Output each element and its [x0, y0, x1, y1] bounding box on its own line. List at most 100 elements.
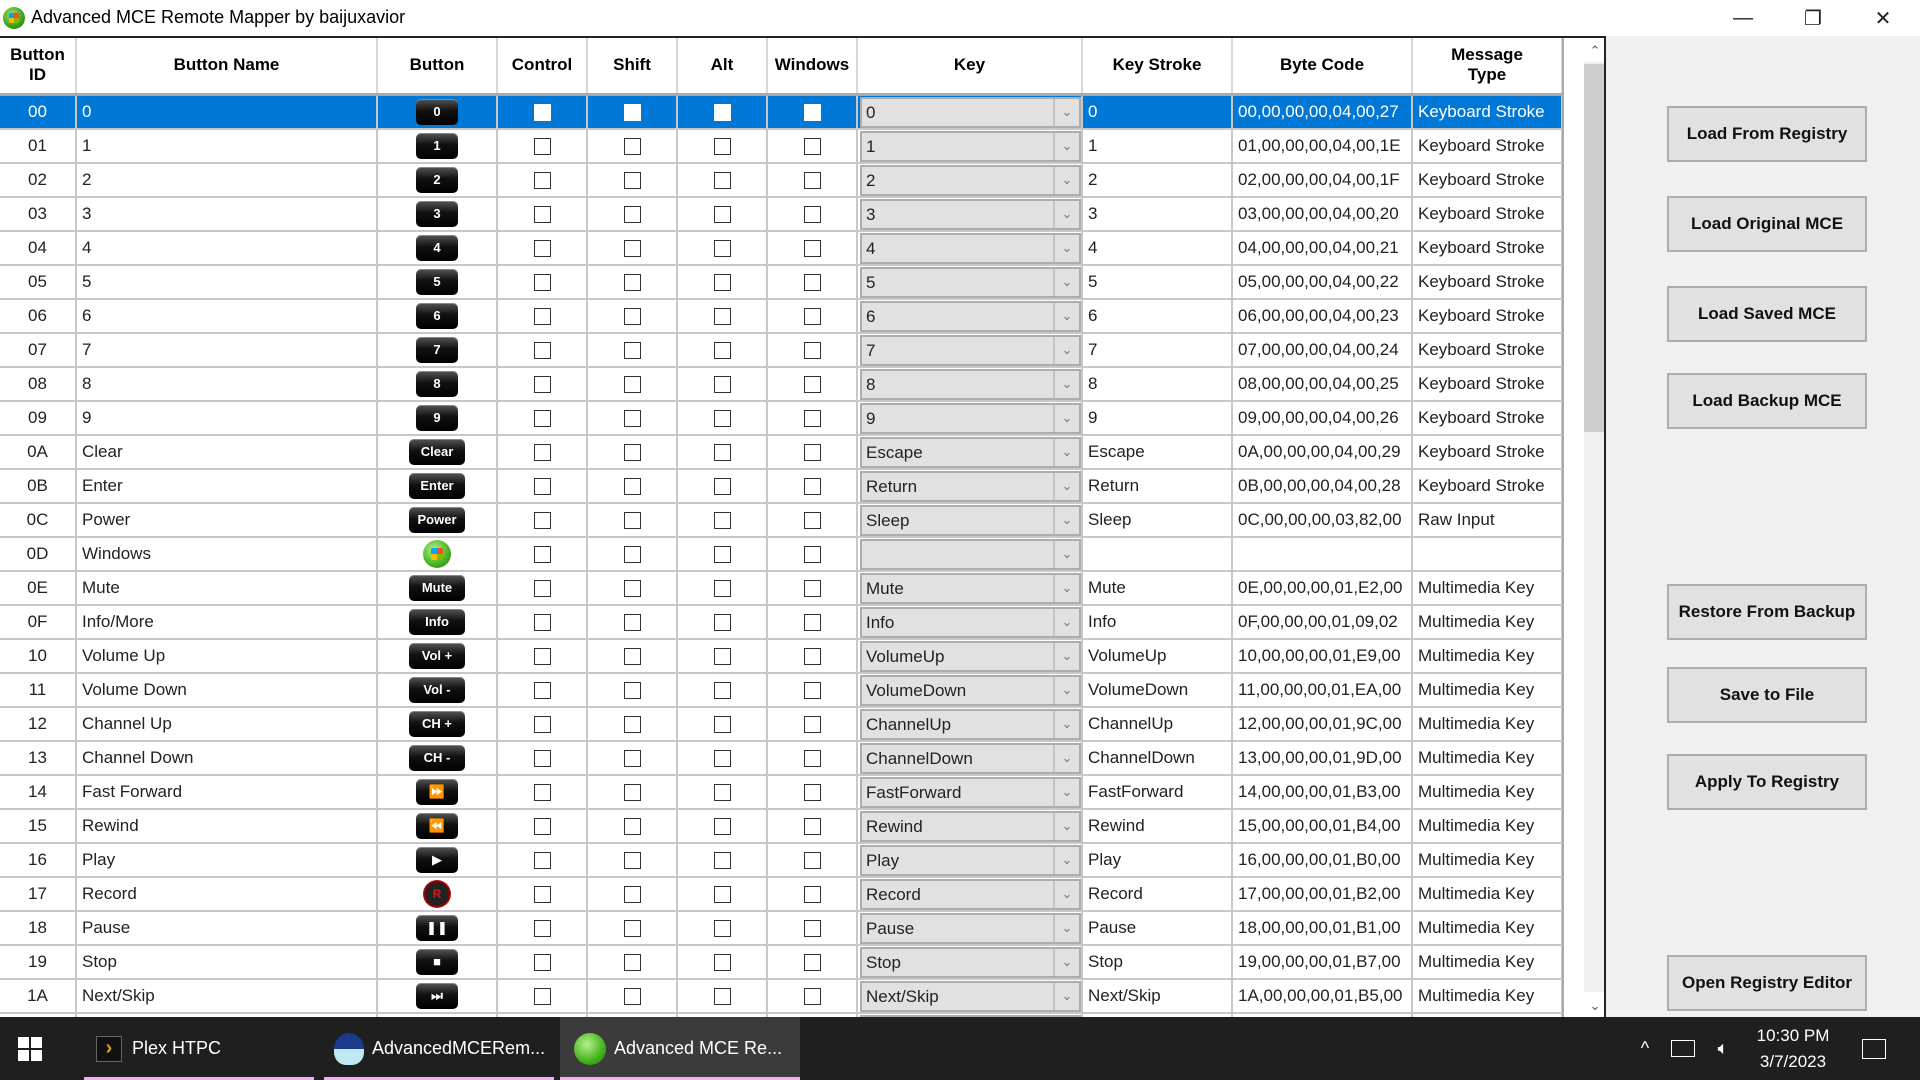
key-dropdown[interactable]: ⌄: [860, 538, 1080, 569]
shift-checkbox[interactable]: [623, 171, 641, 189]
table-row[interactable]: 16 Play ▶ Play ⌄ Play 16,00,00,00,01,B0,00 Mult…: [0, 842, 1563, 878]
control-checkbox[interactable]: [533, 681, 551, 699]
chevron-down-icon[interactable]: ⌄: [1053, 166, 1079, 194]
chevron-down-icon[interactable]: ⌄: [1053, 846, 1079, 874]
button-name-cell[interactable]: Info/More: [76, 604, 378, 640]
button-name-cell[interactable]: Record: [76, 876, 378, 912]
control-checkbox[interactable]: [533, 749, 551, 767]
table-row[interactable]: 05 5 5 5 ⌄ 5 05,00,00,00,04,00,22 Keyboard Stro…: [0, 264, 1563, 300]
alt-checkbox[interactable]: [713, 171, 731, 189]
table-row[interactable]: 0F Info/More Info Info ⌄ Info 0F,00,00,00,01,0…: [0, 604, 1563, 640]
chevron-down-icon[interactable]: ⌄: [1053, 948, 1079, 976]
windows-checkbox[interactable]: [803, 477, 821, 495]
table-row[interactable]: 11 Volume Down Vol - VolumeDown ⌄ VolumeDown 1…: [0, 672, 1563, 708]
key-dropdown[interactable]: VolumeDown ⌄: [860, 674, 1080, 705]
col-header-control[interactable]: Control: [497, 38, 588, 96]
chevron-down-icon[interactable]: ⌄: [1053, 812, 1079, 840]
table-row[interactable]: 03 3 3 3 ⌄ 3 03,00,00,00,04,00,20 Keyboard Stro…: [0, 196, 1563, 232]
close-button[interactable]: ✕: [1848, 0, 1918, 36]
control-checkbox[interactable]: [533, 205, 551, 223]
control-checkbox[interactable]: [533, 137, 551, 155]
windows-checkbox[interactable]: [803, 953, 821, 971]
key-dropdown[interactable]: Stop ⌄: [860, 946, 1080, 977]
alt-checkbox[interactable]: [713, 647, 731, 665]
alt-checkbox[interactable]: [713, 307, 731, 325]
control-checkbox[interactable]: [533, 613, 551, 631]
chevron-down-icon[interactable]: ⌄: [1053, 472, 1079, 500]
windows-checkbox[interactable]: [803, 137, 821, 155]
key-dropdown[interactable]: ChannelDown ⌄: [860, 742, 1080, 773]
windows-checkbox[interactable]: [803, 613, 821, 631]
shift-checkbox[interactable]: [623, 205, 641, 223]
windows-checkbox[interactable]: [803, 375, 821, 393]
taskbar-item-advancedmceremapper-folder[interactable]: AdvancedMCERem...: [324, 1017, 554, 1080]
shift-checkbox[interactable]: [623, 919, 641, 937]
control-checkbox[interactable]: [533, 341, 551, 359]
button-name-cell[interactable]: 5: [76, 264, 378, 300]
restore-from-backup-button[interactable]: Restore From Backup: [1667, 584, 1867, 640]
alt-checkbox[interactable]: [713, 715, 731, 733]
chevron-down-icon[interactable]: ⌄: [1053, 302, 1079, 330]
alt-checkbox[interactable]: [713, 103, 731, 121]
windows-checkbox[interactable]: [803, 783, 821, 801]
windows-checkbox[interactable]: [803, 239, 821, 257]
table-row[interactable]: 10 Volume Up Vol + VolumeUp ⌄ VolumeUp 10,00,0…: [0, 638, 1563, 674]
network-button[interactable]: [1666, 1017, 1700, 1080]
save-to-file-button[interactable]: Save to File: [1667, 667, 1867, 723]
chevron-down-icon[interactable]: ⌄: [1053, 914, 1079, 942]
chevron-down-icon[interactable]: ⌄: [1053, 574, 1079, 602]
control-checkbox[interactable]: [533, 851, 551, 869]
shift-checkbox[interactable]: [623, 341, 641, 359]
control-checkbox[interactable]: [533, 545, 551, 563]
windows-checkbox[interactable]: [803, 409, 821, 427]
shift-checkbox[interactable]: [623, 783, 641, 801]
table-row[interactable]: 00 0 0 0 ⌄ 0 00,00,00,00,04,00,27 Keyboard Stro…: [0, 94, 1563, 130]
alt-checkbox[interactable]: [713, 579, 731, 597]
control-checkbox[interactable]: [533, 239, 551, 257]
shift-checkbox[interactable]: [623, 715, 641, 733]
start-button[interactable]: [18, 1037, 42, 1061]
chevron-down-icon[interactable]: ⌄: [1053, 982, 1079, 1010]
alt-checkbox[interactable]: [713, 681, 731, 699]
alt-checkbox[interactable]: [713, 409, 731, 427]
volume-button[interactable]: 🔈︎: [1706, 1017, 1740, 1080]
shift-checkbox[interactable]: [623, 443, 641, 461]
shift-checkbox[interactable]: [623, 953, 641, 971]
load-from-registry-button[interactable]: Load From Registry: [1667, 106, 1867, 162]
windows-checkbox[interactable]: [803, 171, 821, 189]
control-checkbox[interactable]: [533, 307, 551, 325]
button-name-cell[interactable]: 3: [76, 196, 378, 232]
key-dropdown[interactable]: 8 ⌄: [860, 368, 1080, 399]
table-row[interactable]: 12 Channel Up CH + ChannelUp ⌄ ChannelUp 12,00…: [0, 706, 1563, 742]
key-dropdown[interactable]: Mute ⌄: [860, 572, 1080, 603]
alt-checkbox[interactable]: [713, 953, 731, 971]
table-row[interactable]: 15 Rewind ⏪ Rewind ⌄ Rewind 15,00,00,00,01,B4,…: [0, 808, 1563, 844]
alt-checkbox[interactable]: [713, 273, 731, 291]
table-row[interactable]: 17 Record R Record ⌄ Record 17,00,00,00,01,B2,…: [0, 876, 1563, 912]
alt-checkbox[interactable]: [713, 239, 731, 257]
alt-checkbox[interactable]: [713, 137, 731, 155]
button-name-cell[interactable]: Fast Forward: [76, 774, 378, 810]
control-checkbox[interactable]: [533, 919, 551, 937]
control-checkbox[interactable]: [533, 443, 551, 461]
windows-checkbox[interactable]: [803, 715, 821, 733]
key-dropdown[interactable]: Pause ⌄: [860, 912, 1080, 943]
button-name-cell[interactable]: 6: [76, 298, 378, 334]
chevron-down-icon[interactable]: ⌄: [1053, 506, 1079, 534]
col-header-button[interactable]: Button: [377, 38, 498, 96]
action-center-button[interactable]: [1854, 1017, 1894, 1080]
table-row[interactable]: 09 9 9 9 ⌄ 9 09,00,00,00,04,00,26 Keyboard Stro…: [0, 400, 1563, 436]
chevron-down-icon[interactable]: ⌄: [1053, 268, 1079, 296]
alt-checkbox[interactable]: [713, 477, 731, 495]
chevron-down-icon[interactable]: ⌄: [1053, 132, 1079, 160]
alt-checkbox[interactable]: [713, 885, 731, 903]
taskbar-item-plex[interactable]: › Plex HTPC: [84, 1017, 314, 1080]
col-header-button-id[interactable]: Button ID: [0, 38, 77, 96]
shift-checkbox[interactable]: [623, 817, 641, 835]
button-name-cell[interactable]: 9: [76, 400, 378, 436]
button-name-cell[interactable]: Play: [76, 842, 378, 878]
button-name-cell[interactable]: Power: [76, 502, 378, 538]
button-name-cell[interactable]: Channel Up: [76, 706, 378, 742]
button-name-cell[interactable]: 7: [76, 332, 378, 368]
windows-checkbox[interactable]: [803, 511, 821, 529]
